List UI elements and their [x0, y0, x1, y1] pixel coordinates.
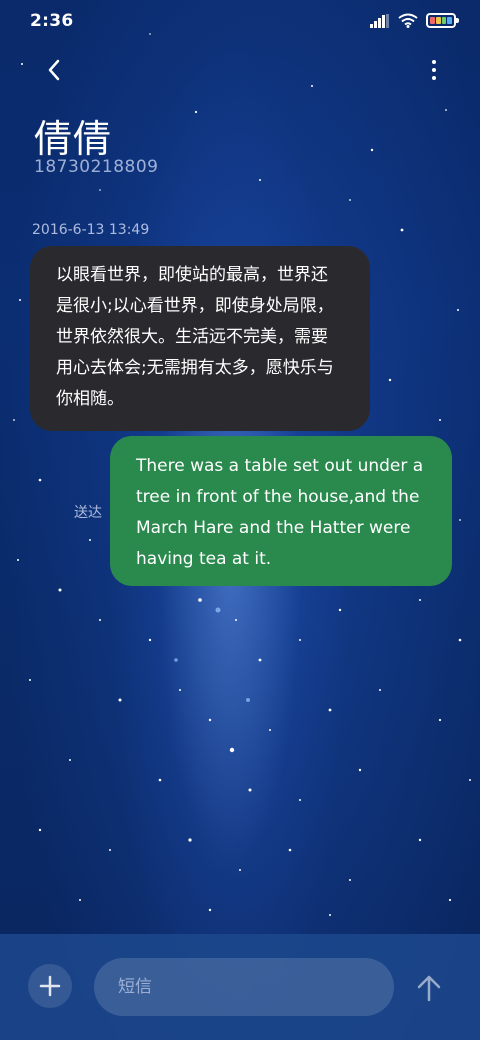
- message-input[interactable]: [94, 958, 394, 1016]
- status-icons: [370, 13, 459, 28]
- outgoing-message-text: There was a table set out under a tree i…: [136, 456, 424, 569]
- delivery-status: 送达: [74, 505, 102, 521]
- signal-icon: [370, 13, 389, 28]
- attach-button[interactable]: [28, 964, 72, 1008]
- arrow-up-icon: [417, 975, 441, 1002]
- status-bar: 2:36: [0, 0, 480, 42]
- incoming-message-bubble[interactable]: 以眼看世界，即使站的最高，世界还是很小;以心看世界，即使身处局限，世界依然很大。…: [30, 246, 370, 431]
- contact-name: 倩倩: [34, 117, 113, 161]
- plus-icon: [39, 975, 61, 997]
- battery-icon: [426, 13, 459, 28]
- incoming-message-text: 以眼看世界，即使站的最高，世界还是很小;以心看世界，即使身处局限，世界依然很大。…: [56, 265, 334, 409]
- message-timestamp: 2016-6-13 13:49: [32, 222, 150, 238]
- back-button[interactable]: [34, 52, 74, 88]
- outgoing-message-bubble[interactable]: There was a table set out under a tree i…: [110, 436, 452, 586]
- chevron-left-icon: [48, 59, 60, 81]
- more-options-button[interactable]: [424, 52, 444, 88]
- wifi-icon: [398, 13, 418, 28]
- send-button[interactable]: [412, 968, 446, 1008]
- more-vertical-icon: [432, 60, 436, 64]
- contact-number[interactable]: 18730218809: [34, 157, 158, 177]
- compose-bar: [0, 934, 480, 1040]
- status-time: 2:36: [30, 11, 74, 31]
